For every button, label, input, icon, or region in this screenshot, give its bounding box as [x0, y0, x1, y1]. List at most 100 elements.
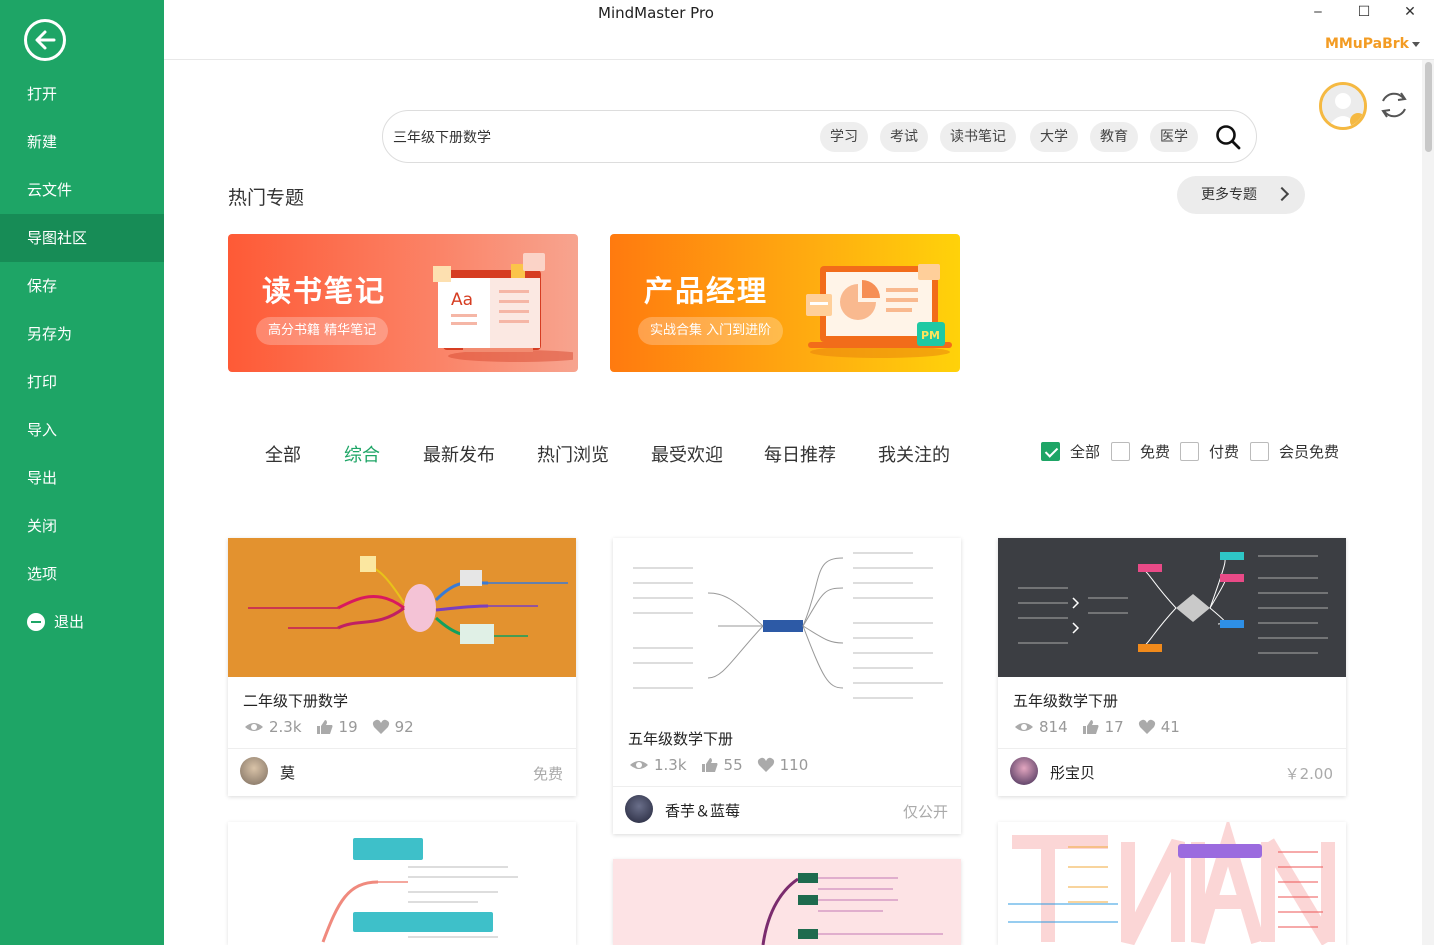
author-name[interactable]: 彤宝贝	[1050, 762, 1095, 783]
sidebar-item-label: 打印	[27, 373, 58, 391]
favs-count: 92	[394, 718, 414, 736]
author-avatar[interactable]	[625, 795, 653, 823]
mindmap-card[interactable]	[998, 822, 1346, 945]
search-tag[interactable]: 学习	[820, 122, 868, 152]
sidebar-item-label: 另存为	[27, 325, 73, 343]
sidebar-item-export[interactable]: 导出	[0, 454, 164, 502]
topic-banner-product-manager[interactable]: 产品经理 实战合集 入门到进阶 PM	[610, 234, 960, 372]
price-label: 仅公开	[902, 803, 948, 821]
scrollbar-thumb[interactable]	[1425, 62, 1432, 152]
mindmap-card[interactable]: 二年级下册数学 2.3k 19 92 莫 免费	[228, 538, 576, 796]
mindmap-thumbnail	[228, 822, 576, 945]
thumbs-up-icon	[701, 758, 718, 772]
banner-subtitle: 高分书籍 精华笔记	[256, 317, 389, 345]
sidebar-item-label: 云文件	[27, 181, 73, 199]
checkbox-checked[interactable]	[1041, 442, 1060, 461]
title-bar: MindMaster Pro ‒ ☐ ✕ MMuPaBrk	[164, 0, 1434, 60]
tab-latest[interactable]: 最新发布	[423, 441, 495, 467]
username: MMuPaBrk	[1324, 36, 1409, 52]
card-title: 二年级下册数学	[243, 692, 349, 710]
back-button[interactable]	[24, 19, 66, 61]
search-input[interactable]	[393, 125, 793, 149]
search-tag[interactable]: 大学	[1030, 122, 1078, 152]
banner-subtitle: 实战合集 入门到进阶	[638, 317, 784, 345]
sidebar-item-options[interactable]: 选项	[0, 550, 164, 598]
more-topics-button[interactable]: 更多专题	[1177, 176, 1305, 214]
author-avatar[interactable]	[240, 757, 268, 785]
sidebar-item-save-as[interactable]: 另存为	[0, 310, 164, 358]
user-avatar[interactable]	[1319, 82, 1367, 130]
heart-icon	[1138, 719, 1155, 734]
sidebar-item-new[interactable]: 新建	[0, 118, 164, 166]
views-count: 1.3k	[654, 756, 687, 774]
search-icon[interactable]	[1215, 124, 1241, 150]
search-tag[interactable]: 医学	[1150, 122, 1198, 152]
mindmap-card[interactable]: 五年级数学下册 814 17 41 彤宝贝 ￥2.00	[998, 538, 1346, 796]
scrollbar-track[interactable]	[1422, 60, 1434, 945]
close-button[interactable]: ✕	[1400, 2, 1420, 22]
sidebar-item-label: 导图社区	[27, 229, 88, 247]
search-tag[interactable]: 读书笔记	[940, 122, 1016, 152]
favs-stat: 41	[1138, 718, 1180, 736]
thumbs-up-icon	[316, 720, 333, 734]
likes-count: 19	[338, 718, 358, 736]
search-tag[interactable]: 教育	[1090, 122, 1138, 152]
sidebar-item-cloud-files[interactable]: 云文件	[0, 166, 164, 214]
maximize-button[interactable]: ☐	[1354, 2, 1374, 22]
filter-paid[interactable]: 付费	[1180, 441, 1239, 462]
banner-title: 产品经理	[644, 274, 769, 308]
minimize-button[interactable]: ‒	[1308, 2, 1328, 22]
tab-most-liked[interactable]: 最受欢迎	[651, 441, 723, 467]
mindmap-thumbnail	[998, 538, 1346, 677]
tab-hot-views[interactable]: 热门浏览	[537, 441, 609, 467]
eye-icon	[1015, 723, 1033, 731]
card-divider	[613, 786, 961, 787]
sidebar-item-exit[interactable]: 退出	[0, 598, 164, 646]
sidebar-item-save[interactable]: 保存	[0, 262, 164, 310]
checkbox[interactable]	[1180, 442, 1199, 461]
app-window: 打开 新建 云文件 导图社区 保存 另存为 打印 导入 导出 关闭 选项 退出 …	[0, 0, 1434, 945]
eye-icon	[245, 723, 263, 731]
sidebar-item-print[interactable]: 打印	[0, 358, 164, 406]
filter-label: 会员免费	[1279, 443, 1340, 461]
author-name[interactable]: 莫	[280, 762, 295, 783]
book-illustration-icon: Aa	[433, 253, 573, 362]
author-name[interactable]: 香芋＆蓝莓	[665, 800, 740, 821]
tab-following[interactable]: 我关注的	[878, 441, 950, 467]
checkbox[interactable]	[1111, 442, 1130, 461]
mindmap-card[interactable]: 五年级数学下册 1.3k 55 110 香芋＆蓝莓 仅公开	[613, 538, 961, 834]
card-title: 五年级数学下册	[628, 730, 734, 748]
sidebar-item-community[interactable]: 导图社区	[0, 214, 164, 262]
refresh-icon[interactable]	[1377, 88, 1411, 122]
filter-member-free[interactable]: 会员免费	[1250, 441, 1339, 462]
tab-daily-picks[interactable]: 每日推荐	[764, 441, 836, 467]
sidebar-item-close[interactable]: 关闭	[0, 502, 164, 550]
sidebar-item-import[interactable]: 导入	[0, 406, 164, 454]
topic-banner-reading-notes[interactable]: 读书笔记 高分书籍 精华笔记 Aa	[228, 234, 578, 372]
vip-badge-icon	[1350, 113, 1364, 127]
favs-stat: 110	[757, 756, 808, 774]
search-bar: 学习 考试 读书笔记 大学 教育 医学	[382, 110, 1257, 163]
author-avatar[interactable]	[1010, 757, 1038, 785]
views-stat: 1.3k	[629, 756, 687, 774]
mindmap-thumbnail	[998, 822, 1346, 945]
mindmap-thumbnail	[613, 538, 961, 714]
mindmap-card[interactable]	[228, 822, 576, 945]
card-stats: 1.3k 55 110	[629, 756, 822, 774]
user-menu[interactable]: MMuPaBrk	[1325, 36, 1420, 52]
tab-comprehensive[interactable]: 综合	[344, 441, 380, 467]
search-tag[interactable]: 考试	[880, 122, 928, 152]
filter-free[interactable]: 免费	[1111, 441, 1170, 462]
sidebar-item-label: 关闭	[27, 517, 58, 535]
more-topics-label: 更多专题	[1201, 187, 1257, 203]
mindmap-card[interactable]	[613, 859, 961, 945]
likes-count: 55	[723, 756, 743, 774]
card-stats: 2.3k 19 92	[244, 718, 428, 736]
filter-all[interactable]: 全部	[1041, 441, 1100, 462]
likes-stat: 17	[1082, 718, 1124, 736]
sidebar-item-open[interactable]: 打开	[0, 70, 164, 118]
tab-all[interactable]: 全部	[265, 441, 301, 467]
mindmap-thumbnail	[228, 538, 576, 677]
mindmap-preview-icon	[1008, 822, 1335, 945]
checkbox[interactable]	[1250, 442, 1269, 461]
